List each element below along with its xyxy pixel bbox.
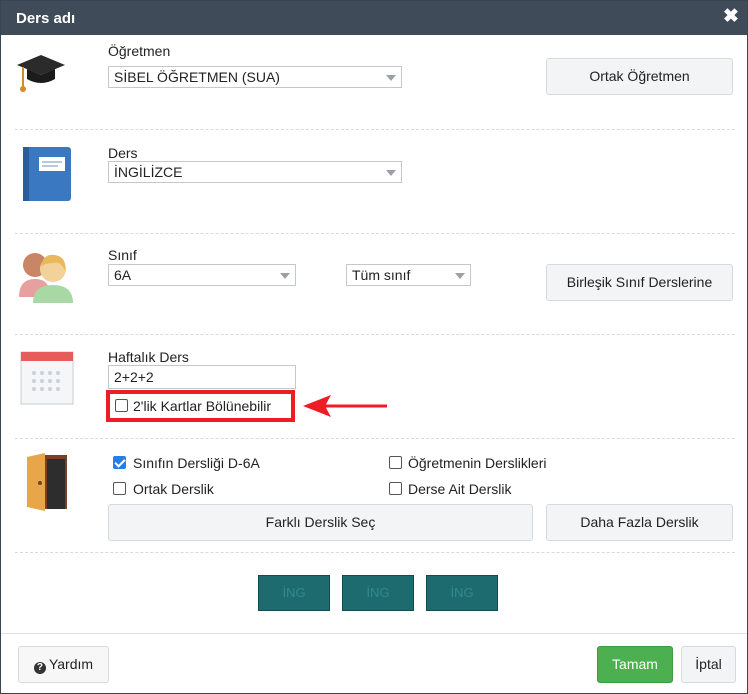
group-select[interactable]: Tüm sınıf: [346, 264, 471, 286]
divider: [15, 129, 735, 130]
divider: [15, 438, 735, 439]
divider: [15, 552, 735, 553]
chevron-down-icon: [386, 75, 396, 81]
class-room-checkbox[interactable]: [113, 456, 126, 469]
more-rooms-button[interactable]: Daha Fazla Derslik: [546, 504, 733, 541]
choose-room-button[interactable]: Farklı Derslik Seç: [108, 504, 533, 541]
class-value: 6A: [114, 267, 132, 283]
group-value: Tüm sınıf: [352, 267, 411, 283]
lesson-card[interactable]: İNG: [426, 575, 498, 611]
lesson-card[interactable]: İNG: [342, 575, 414, 611]
teacher-select[interactable]: SİBEL ÖĞRETMEN (SUA): [108, 66, 402, 88]
weekly-input[interactable]: 2+2+2: [108, 365, 296, 389]
title-bar: Ders adı ✖: [1, 1, 747, 35]
subject-value: İNGİLİZCE: [114, 164, 183, 180]
graduation-cap-icon: [17, 55, 65, 92]
subject-room-checkbox[interactable]: [389, 482, 402, 495]
weekly-label: Haftalık Ders: [108, 349, 189, 365]
calendar-icon: [20, 351, 74, 405]
class-label: Sınıf: [108, 247, 137, 263]
subject-room-label: Derse Ait Derslik: [408, 481, 512, 497]
chevron-down-icon: [455, 273, 465, 279]
chevron-down-icon: [280, 273, 290, 279]
weekly-value: 2+2+2: [114, 369, 154, 385]
teacher-label: Öğretmen: [108, 43, 171, 59]
chevron-down-icon: [386, 170, 396, 176]
shared-room-checkbox[interactable]: [113, 482, 126, 495]
question-circle-icon: ?: [33, 662, 46, 674]
highlight-box: [106, 390, 295, 422]
divider: [15, 334, 735, 335]
arrow-icon: [303, 395, 387, 417]
lesson-dialog: Ders adı ✖ Öğretmen SİBEL ÖĞRETMEN (SUA)…: [0, 0, 748, 694]
shared-teacher-button[interactable]: Ortak Öğretmen: [546, 58, 733, 95]
teacher-value: SİBEL ÖĞRETMEN (SUA): [114, 69, 280, 85]
class-room-label: Sınıfın Dersliği D-6A: [133, 455, 260, 471]
class-select[interactable]: 6A: [108, 264, 296, 286]
dialog-title: Ders adı: [16, 10, 76, 27]
shared-room-label: Ortak Derslik: [133, 481, 214, 497]
divider: [15, 233, 735, 234]
teacher-rooms-label: Öğretmenin Derslikleri: [408, 455, 547, 471]
help-button[interactable]: ? Yardım: [18, 646, 109, 683]
lesson-card[interactable]: İNG: [258, 575, 330, 611]
close-icon[interactable]: ✖: [721, 7, 741, 27]
book-icon: [23, 147, 71, 201]
cancel-button[interactable]: İptal: [681, 646, 736, 683]
users-icon: [19, 253, 73, 303]
teacher-rooms-checkbox[interactable]: [389, 456, 402, 469]
joint-class-button[interactable]: Birleşik Sınıf Derslerine: [546, 264, 733, 301]
footer-divider: [1, 633, 747, 634]
subject-select[interactable]: İNGİLİZCE: [108, 161, 402, 183]
ok-button[interactable]: Tamam: [597, 646, 673, 683]
door-icon: [27, 453, 67, 511]
subject-label: Ders: [108, 145, 138, 161]
